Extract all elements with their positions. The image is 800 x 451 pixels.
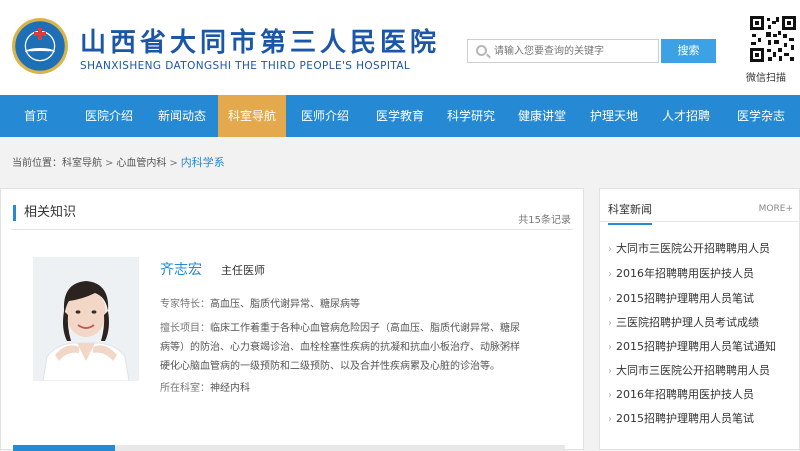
news-item[interactable]: › 2016年招聘聘用医护技人员: [608, 386, 754, 402]
more-link[interactable]: MORE+: [759, 204, 793, 214]
nav-item-hospital-intro[interactable]: 医院介绍: [72, 95, 146, 137]
doctor-department: 所在科室：神经内科: [160, 379, 570, 398]
nav-item-health-lecture[interactable]: 健康讲堂: [506, 95, 578, 137]
sidebar-divider: [600, 221, 799, 222]
projects-line-2: 病等）的防治、心力衰竭诊治、血栓栓塞性疾病的抗凝和抗血小板治疗、动脉粥样: [160, 342, 520, 353]
department-label: 所在科室：: [160, 383, 210, 394]
news-item-text: 大同市三医院公开招聘聘用人员: [616, 242, 770, 255]
news-item[interactable]: › 大同市三医院公开招聘聘用人员: [608, 362, 770, 378]
site-header: 山西省大同市第三人民医院 SHANXISHENG DATONGSHI THE T…: [0, 0, 800, 95]
record-count: 共15条记录: [518, 215, 571, 226]
divider: [11, 229, 573, 230]
chevron-right-icon: ›: [608, 342, 612, 353]
nav-item-recruitment[interactable]: 人才招聘: [650, 95, 722, 137]
main-panel: 相关知识 共15条记录 齐志宏 主任医师 专家特长：高血压、脂质代谢异常、糖尿病…: [0, 188, 584, 451]
doctor-title: 主任医师: [221, 264, 265, 277]
news-item-text: 大同市三医院公开招聘聘用人员: [616, 364, 770, 377]
projects-line-1: 临床工作着重于各种心血管病危险因子（高血压、脂质代谢异常、糖尿: [210, 323, 520, 334]
news-item-text: 2015招聘护理聘用人员笔试: [616, 292, 754, 305]
chevron-right-icon: ›: [608, 318, 612, 329]
main-nav: 首页 医院介绍 新闻动态 科室导航 医师介绍 医学教育 科学研究 健康讲堂 护理…: [0, 95, 800, 137]
news-item-text: 2015招聘护理聘用人员笔试通知: [616, 340, 776, 353]
hospital-name-en: SHANXISHENG DATONGSHI THE THIRD PEOPLE'S…: [80, 60, 411, 72]
search-box[interactable]: [467, 39, 659, 63]
search-button[interactable]: 搜索: [661, 39, 716, 63]
section-title: 相关知识: [13, 205, 76, 221]
nav-item-journal[interactable]: 医学杂志: [722, 95, 800, 137]
breadcrumb-separator: >: [105, 158, 114, 169]
breadcrumb: 当前位置：科室导航 > 心血管内科 > 内科学系: [0, 150, 800, 176]
projects-line-3: 硬化心脑血管病的一级预防和二级预防、以及合并性疾病累及心脏的诊治等。: [160, 361, 500, 372]
chevron-right-icon: ›: [608, 414, 612, 425]
specialty-value: 高血压、脂质代谢异常、糖尿病等: [210, 299, 360, 310]
nav-item-departments[interactable]: 科室导航: [218, 95, 286, 137]
qr-code-icon: [750, 16, 796, 62]
news-item[interactable]: › 2016年招聘聘用医护技人员: [608, 265, 754, 281]
news-item[interactable]: › 三医院招聘护理人员考试成绩: [608, 314, 759, 330]
news-item-text: 2016年招聘聘用医护技人员: [616, 267, 754, 280]
sidebar-news: 科室新闻 MORE+ › 大同市三医院公开招聘聘用人员 › 2016年招聘聘用医护技…: [599, 188, 800, 450]
department-value: 神经内科: [210, 383, 250, 394]
qr-caption: 微信扫描: [746, 73, 786, 84]
breadcrumb-current: 内科学系: [180, 156, 225, 169]
breadcrumb-item-departments[interactable]: 科室导航: [62, 158, 102, 169]
nav-item-doctors[interactable]: 医师介绍: [286, 95, 364, 137]
specialty-label: 专家特长：: [160, 299, 210, 310]
nav-item-research[interactable]: 科学研究: [436, 95, 506, 137]
nav-item-news[interactable]: 新闻动态: [146, 95, 218, 137]
search-input[interactable]: [494, 43, 654, 59]
chevron-right-icon: ›: [608, 244, 612, 255]
nav-item-nursing[interactable]: 护理天地: [578, 95, 650, 137]
pager-active-segment[interactable]: [13, 445, 115, 451]
hospital-name-cn[interactable]: 山西省大同市第三人民医院: [80, 22, 440, 59]
doctor-name[interactable]: 齐志宏: [160, 259, 202, 279]
projects-label: 擅长项目：: [160, 323, 210, 334]
hospital-logo[interactable]: [12, 18, 68, 74]
nav-item-education[interactable]: 医学教育: [364, 95, 436, 137]
chevron-right-icon: ›: [608, 269, 612, 280]
news-item[interactable]: › 2015招聘护理聘用人员笔试通知: [608, 338, 776, 354]
doctor-projects: 擅长项目：临床工作着重于各种心血管病危险因子（高血压、脂质代谢异常、糖尿 病等）…: [160, 319, 570, 376]
chevron-right-icon: ›: [608, 390, 612, 401]
pager-strip: [13, 445, 565, 451]
doctor-portrait-image: [33, 257, 139, 381]
breadcrumb-item-cardiology[interactable]: 心血管内科: [116, 158, 166, 169]
news-item-text: 2015招聘护理聘用人员笔试: [616, 412, 754, 425]
breadcrumb-prefix: 当前位置：: [12, 158, 62, 169]
news-item-text: 三医院招聘护理人员考试成绩: [616, 316, 759, 329]
news-item[interactable]: › 2015招聘护理聘用人员笔试: [608, 290, 754, 306]
nav-item-home[interactable]: 首页: [0, 95, 72, 137]
search-icon: [476, 45, 487, 56]
chevron-right-icon: ›: [608, 294, 612, 305]
doctor-specialty: 专家特长：高血压、脂质代谢异常、糖尿病等: [160, 295, 570, 314]
logo-wave: [25, 48, 55, 56]
chevron-right-icon: ›: [608, 366, 612, 377]
wechat-qr-code: [750, 16, 796, 62]
breadcrumb-separator: >: [169, 158, 178, 169]
news-item-text: 2016年招聘聘用医护技人员: [616, 388, 754, 401]
doctor-photo[interactable]: [33, 257, 139, 381]
medical-cross-icon: [34, 28, 46, 40]
news-item[interactable]: › 2015招聘护理聘用人员笔试: [608, 410, 754, 426]
news-item[interactable]: › 大同市三医院公开招聘聘用人员: [608, 240, 770, 256]
